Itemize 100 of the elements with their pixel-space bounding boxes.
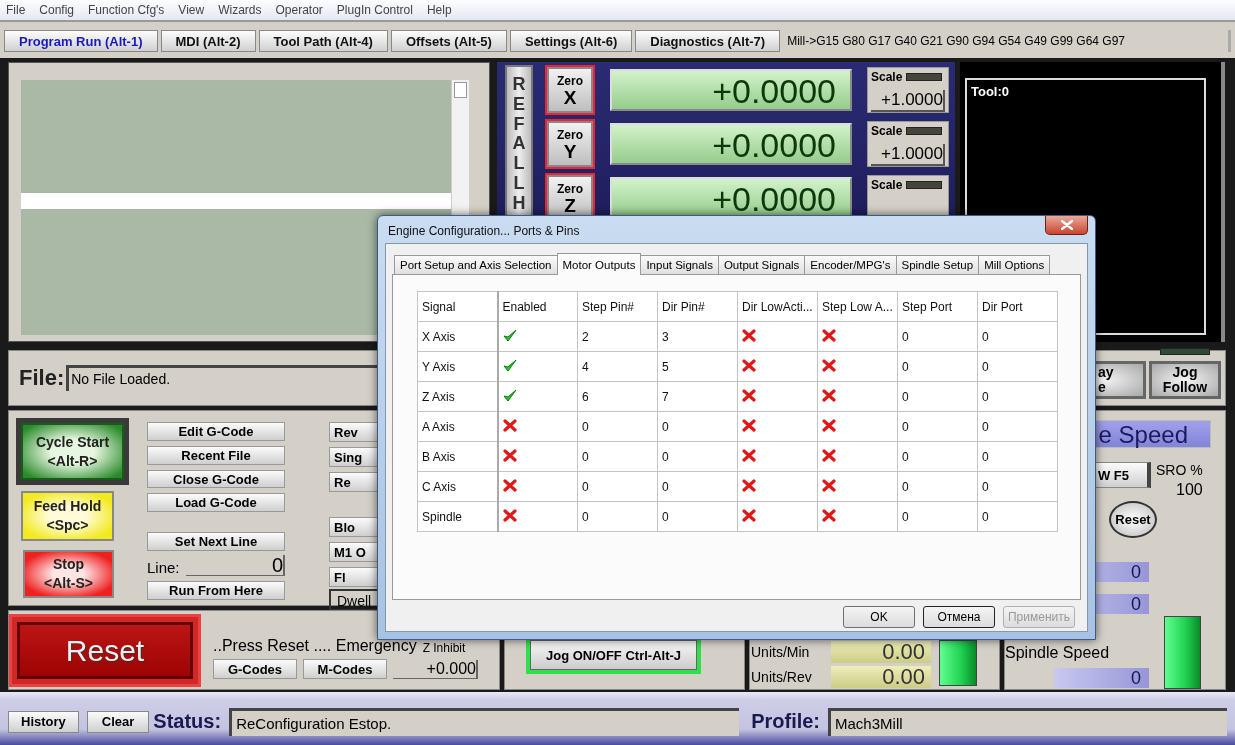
feed-unit-label: Units/Rev <box>751 668 813 685</box>
spindle-speed-readout: 0 <box>1054 668 1149 688</box>
dialog-tab[interactable]: Encoder/MPG's <box>804 255 897 274</box>
profile-label: Profile: <box>751 710 821 733</box>
table-cell: 0 <box>977 471 1058 502</box>
axis-readout: +0.0000 <box>610 123 852 165</box>
cycle-start-button[interactable]: Cycle Start <Alt-R> <box>16 418 129 485</box>
menu-item[interactable]: Config <box>33 3 83 17</box>
file-button[interactable]: Load G-Code <box>147 493 285 513</box>
dialog-tab[interactable]: Mill Options <box>978 255 1051 274</box>
table-cell: 0 <box>977 381 1058 412</box>
profile-field: Mach3Mill <box>828 707 1227 736</box>
mode-tab[interactable]: Tool Path (Alt-4) <box>258 30 388 52</box>
reset-button[interactable]: Reset <box>9 614 201 687</box>
dialog-tab[interactable]: Spindle Setup <box>895 255 980 274</box>
table-cell: 0 <box>657 411 738 442</box>
feed-unit-label: Units/Min <box>751 643 811 660</box>
table-cell: 3 <box>657 321 738 352</box>
dialog-tab[interactable]: Input Signals <box>640 255 719 274</box>
dialog-tab[interactable]: Output Signals <box>717 255 806 274</box>
feed-readout: 0.00 <box>831 640 931 663</box>
zero-axis-button[interactable]: Zero Y <box>545 119 595 169</box>
scale-label: Scale <box>871 178 903 192</box>
file-button[interactable]: Close G-Code <box>147 469 285 489</box>
table-cell: Z Axis <box>417 381 498 412</box>
menu-item[interactable]: Operator <box>269 3 331 17</box>
table-cell: 0 <box>577 411 658 442</box>
table-cell: 0 <box>977 501 1058 532</box>
column-header: Step Low A... <box>817 291 898 322</box>
table-cell: 0 <box>657 441 738 472</box>
table-cell: 0 <box>977 351 1058 382</box>
sro-reset-button[interactable]: Reset <box>1109 501 1157 538</box>
mode-tab[interactable]: Diagnostics (Alt-7) <box>635 30 781 52</box>
axis-readout: +0.0000 <box>610 69 852 111</box>
file-button[interactable]: Edit G-Code <box>147 422 285 441</box>
table-cell: 0 <box>897 501 978 532</box>
mode-tab[interactable]: MDI (Alt-2) <box>160 30 256 52</box>
sro-value: 100 <box>1175 481 1203 499</box>
codes-button[interactable]: G-Codes <box>213 659 297 679</box>
mode-tab[interactable]: Offsets (Alt-5) <box>390 30 507 52</box>
history-button[interactable]: History <box>8 710 79 733</box>
scale-label: Scale <box>871 70 903 84</box>
mode-tab[interactable]: Settings (Alt-6) <box>509 30 633 52</box>
z-inhibit-label: Z Inhibit <box>422 641 466 655</box>
line-field: 0 <box>185 555 285 577</box>
table-cell: 0 <box>897 321 978 352</box>
dialog-tab[interactable]: Port Setup and Axis Selection <box>394 255 558 274</box>
modal-state-text: Mill->G15 G80 G17 G40 G21 G90 G94 G54 G49 G99 G64 G97 <box>783 30 1231 52</box>
dialog-tab[interactable]: Motor Outputs <box>556 253 642 275</box>
column-header: Dir LowActi... <box>737 291 818 322</box>
menu-item[interactable]: PlugIn Control <box>330 3 421 17</box>
column-header: Enabled <box>497 291 578 322</box>
table-cell: 7 <box>657 381 738 412</box>
feed-hold-button[interactable]: Feed Hold <Spc> <box>21 491 114 541</box>
scale-value: +1.0000 <box>871 90 945 112</box>
close-button[interactable] <box>1045 216 1088 235</box>
table-cell: 2 <box>577 321 658 352</box>
table-cell: 0 <box>897 471 978 502</box>
table-cell: A Axis <box>417 411 498 442</box>
clear-button[interactable]: Clear <box>86 710 150 733</box>
table-cell: 0 <box>577 441 658 472</box>
column-header: Step Port <box>897 291 978 322</box>
z-inhibit-field: +0.000 <box>393 660 478 679</box>
table-cell: C Axis <box>417 471 498 502</box>
table-cell: 0 <box>977 321 1058 352</box>
sro-label: SRO % <box>1156 462 1203 478</box>
jog-follow-button[interactable]: Jog Follow <box>1149 361 1221 399</box>
file-button[interactable]: Recent File <box>147 445 285 465</box>
table-cell: 0 <box>897 411 978 442</box>
table-cell: 4 <box>577 351 658 382</box>
scale-value: +1.0000 <box>871 144 945 166</box>
menu-item[interactable]: View <box>172 3 213 17</box>
table-cell: 0 <box>897 381 978 412</box>
column-header: Signal <box>417 291 498 322</box>
scale-label: Scale <box>871 124 903 138</box>
menu-item[interactable]: File <box>0 3 34 17</box>
table-cell: 0 <box>977 441 1058 472</box>
menu-item[interactable]: Help <box>420 3 460 17</box>
table-cell: 0 <box>657 501 738 532</box>
mode-tab[interactable]: Program Run (Alt-1) <box>4 30 158 52</box>
dialog-button[interactable]: Отмена <box>923 606 995 628</box>
menu-item[interactable]: Wizards <box>212 3 270 17</box>
column-header: Dir Pin# <box>657 291 738 322</box>
table-cell: 0 <box>657 471 738 502</box>
table-cell: Spindle <box>417 501 498 532</box>
line-label: Line: <box>147 559 180 577</box>
menu-item[interactable]: Function Cfg's <box>82 3 173 17</box>
table-cell: X Axis <box>417 321 498 352</box>
zero-axis-button[interactable]: Zero X <box>545 65 595 115</box>
codes-button[interactable]: M-Codes <box>303 659 387 679</box>
table-cell: 5 <box>657 351 738 382</box>
dialog-button[interactable]: OK <box>843 606 915 628</box>
file-label: File: <box>19 365 65 391</box>
stop-button[interactable]: Stop <Alt-S> <box>23 550 114 598</box>
table-cell: 0 <box>577 471 658 502</box>
run-from-here-button[interactable]: Run From Here <box>147 581 285 600</box>
set-next-line-button[interactable]: Set Next Line <box>147 532 285 552</box>
feed-readout: 0.00 <box>831 665 931 688</box>
table-cell: B Axis <box>417 441 498 472</box>
status-message: ..Press Reset .... Emergency <box>213 637 417 655</box>
